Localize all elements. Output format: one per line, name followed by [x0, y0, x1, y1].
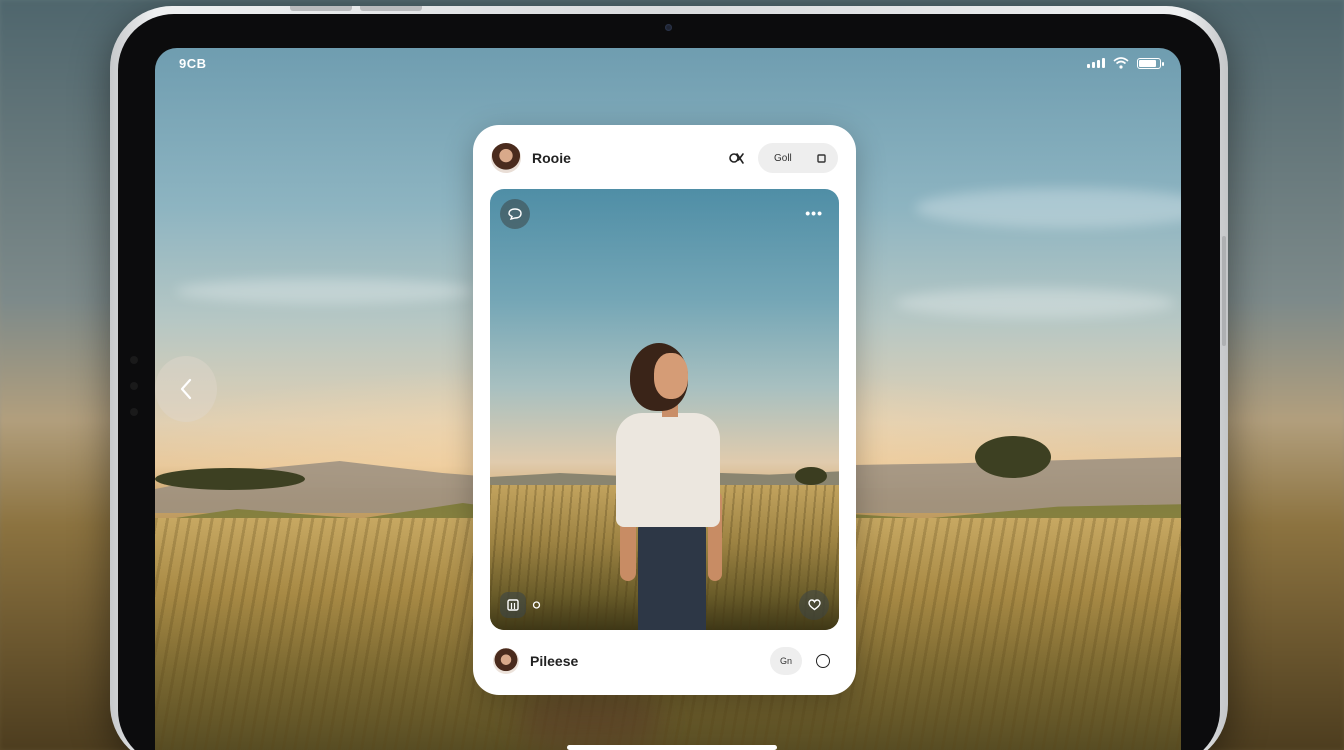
tag-icon[interactable]: [726, 147, 748, 169]
card-header: Rooie Goll: [491, 141, 838, 175]
card-footer: Pileese Gn: [493, 645, 838, 677]
follow-pill-button[interactable]: Goll: [758, 143, 838, 173]
home-indicator[interactable]: [567, 745, 777, 750]
side-button: [1222, 236, 1226, 346]
tree: [975, 436, 1051, 478]
circle-icon[interactable]: [816, 654, 830, 668]
post-card: Rooie Goll ••• Pileese Gn: [473, 125, 856, 695]
photo-tools: [500, 592, 541, 618]
grid-icon: [507, 599, 519, 611]
wifi-icon: [1113, 57, 1129, 69]
footer-pill-button[interactable]: Gn: [770, 647, 802, 675]
side-sensor-dots: [130, 356, 138, 434]
square-icon: [817, 153, 826, 163]
tree-line: [155, 468, 305, 490]
small-chat-icon[interactable]: [532, 601, 541, 609]
pill-label: Goll: [774, 152, 792, 164]
status-icons: [1087, 57, 1164, 69]
person-figure: [616, 341, 736, 630]
cloud: [915, 188, 1181, 228]
footer-profile-name[interactable]: Pileese: [530, 653, 578, 669]
camera-icon: [665, 24, 672, 31]
more-options-button[interactable]: •••: [805, 205, 823, 221]
volume-button: [290, 6, 352, 11]
like-button[interactable]: [799, 590, 829, 620]
chat-bubble-icon: [508, 208, 522, 220]
foreground-blur: [520, 690, 660, 750]
cloud: [175, 278, 475, 304]
chevron-left-icon: [180, 378, 192, 400]
avatar[interactable]: [491, 143, 521, 173]
signal-icon: [1087, 58, 1105, 68]
post-photo[interactable]: •••: [490, 189, 839, 630]
power-button: [360, 6, 422, 11]
grid-button[interactable]: [500, 592, 526, 618]
avatar[interactable]: [493, 648, 519, 674]
profile-name[interactable]: Rooie: [532, 150, 571, 166]
heart-icon: [807, 599, 821, 611]
cloud: [895, 288, 1175, 318]
status-time: 9CB: [179, 56, 207, 71]
back-button[interactable]: [155, 356, 217, 422]
photo-tree: [795, 467, 827, 485]
chat-bubble-button[interactable]: [500, 199, 530, 229]
battery-icon: [1137, 57, 1164, 69]
